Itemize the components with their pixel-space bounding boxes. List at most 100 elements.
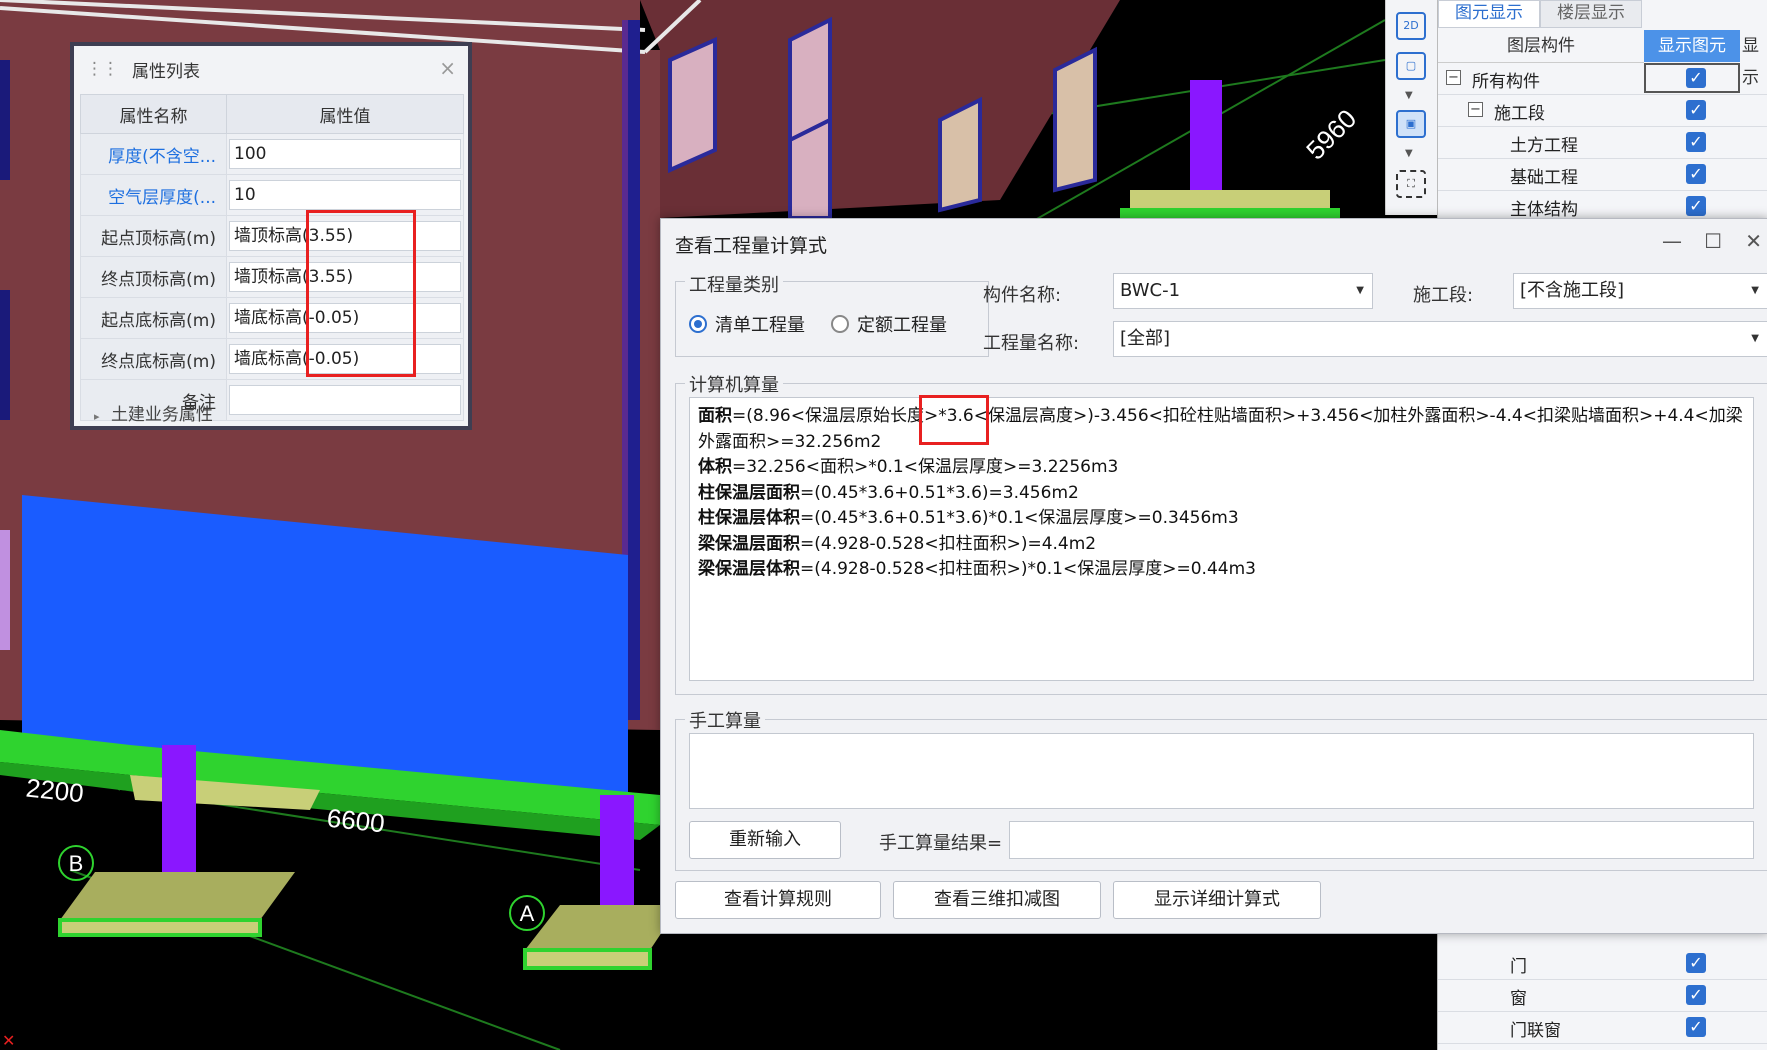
formula-text-area[interactable]: 面积=(8.96<保温层原始长度>*3.6<保温层高度>)-3.456<扣砼柱贴… bbox=[689, 397, 1754, 681]
stage-select[interactable]: [不含施工段] ▼ bbox=[1513, 273, 1767, 309]
svg-text:B: B bbox=[69, 851, 84, 876]
formula-line: 面积=(8.96<保温层原始长度>*3.6<保温层高度>)-3.456<扣砼柱贴… bbox=[698, 406, 1743, 452]
layer-row[interactable]: − 施工段 ✓ bbox=[1438, 95, 1767, 127]
layer-row[interactable]: 基础工程 ✓ bbox=[1438, 159, 1767, 191]
property-panel-header[interactable]: ⋮⋮ 属性列表 bbox=[74, 46, 468, 92]
table-row: 厚度(不含空... 100 bbox=[80, 133, 464, 175]
formula-line: 体积=32.256<面积>*0.1<保温层厚度>=3.2256m3 bbox=[698, 457, 1119, 477]
manual-formula-input[interactable] bbox=[689, 733, 1754, 809]
svg-text:A: A bbox=[520, 901, 535, 926]
checkbox-checked-icon[interactable]: ✓ bbox=[1686, 100, 1706, 120]
group-title-manual: 手工算量 bbox=[685, 707, 765, 733]
chevron-down-icon: ▼ bbox=[1751, 333, 1759, 344]
stage-label: 施工段: bbox=[1413, 285, 1474, 306]
dialog-title: 查看工程量计算式 bbox=[675, 235, 828, 257]
layer-row[interactable]: 门联窗 ✓ bbox=[1438, 1012, 1767, 1044]
zoom-extents-icon[interactable]: ⛶ bbox=[1396, 170, 1426, 198]
formula-line: 梁保温层体积=(4.928-0.528<扣柱面积>)*0.1<保温层厚度>=0.… bbox=[698, 559, 1256, 579]
dimension-2200: 2200 bbox=[25, 773, 86, 809]
property-panel-title: 属性列表 bbox=[132, 61, 200, 82]
highlight-box-elevations bbox=[306, 210, 416, 377]
formula-line: 柱保温层面积=(0.45*3.6+0.51*3.6)=3.456m2 bbox=[698, 482, 1079, 503]
quantity-formula-dialog[interactable]: 查看工程量计算式 — ☐ ✕ 工程量类别 清单工程量 定额工程量 构件名称: B… bbox=[660, 218, 1767, 934]
show-detail-formula-button[interactable]: 显示详细计算式 bbox=[1113, 881, 1321, 919]
column-header-name: 属性名称 bbox=[80, 94, 227, 134]
checkbox-checked-icon[interactable]: ✓ bbox=[1686, 1017, 1706, 1037]
property-value-field[interactable]: 100 bbox=[229, 139, 461, 169]
chevron-right-icon: ▸ bbox=[94, 410, 100, 423]
column-header-component: 图层构件 bbox=[1438, 30, 1644, 63]
layer-label: 窗 bbox=[1510, 989, 1527, 1009]
property-value-field[interactable] bbox=[229, 385, 461, 415]
component-select[interactable]: BWC-1 ▼ bbox=[1113, 273, 1373, 309]
group-expander[interactable]: ▸ 土建业务属性 bbox=[94, 400, 213, 425]
layer-label: 土方工程 bbox=[1510, 136, 1578, 156]
layer-row[interactable]: 土方工程 ✓ bbox=[1438, 127, 1767, 159]
highlight-box-height bbox=[919, 395, 989, 445]
reenter-button[interactable]: 重新输入 bbox=[689, 821, 841, 859]
quantity-name-select[interactable]: [全部] ▼ bbox=[1113, 321, 1767, 357]
close-icon[interactable]: ✕ bbox=[1745, 229, 1762, 253]
layer-label: 基础工程 bbox=[1510, 168, 1578, 188]
view-toolstrip: 2D ▢ ▼ ▣ ▼ ⛶ bbox=[1385, 0, 1438, 215]
minimize-icon[interactable]: — bbox=[1662, 229, 1682, 253]
drag-handle-icon[interactable]: ⋮⋮ bbox=[86, 59, 119, 79]
collapse-icon[interactable]: − bbox=[1446, 70, 1461, 85]
formula-line: 梁保温层面积=(4.928-0.528<扣柱面积>)=4.4m2 bbox=[698, 533, 1097, 554]
layer-row[interactable]: − 所有构件 ✓ bbox=[1438, 63, 1767, 95]
view-3d-cube-icon[interactable]: ▣ bbox=[1396, 110, 1426, 138]
group-label: 土建业务属性 bbox=[110, 405, 213, 425]
formula-line: 柱保温层体积=(0.45*3.6+0.51*3.6)*0.1<保温层厚度>=0.… bbox=[698, 508, 1239, 528]
manual-result-label: 手工算量结果= bbox=[879, 833, 1003, 854]
property-name: 起点顶标高(m) bbox=[80, 215, 227, 257]
svg-text:✕: ✕ bbox=[2, 1031, 15, 1050]
layer-table-header: 图层构件 显示图元 显示 bbox=[1438, 30, 1767, 88]
close-icon[interactable]: × bbox=[439, 56, 456, 80]
chevron-down-icon[interactable]: ▼ bbox=[1405, 148, 1413, 159]
layer-label: 门 bbox=[1510, 957, 1527, 977]
column-header-value: 属性值 bbox=[226, 94, 464, 134]
manual-result-input[interactable] bbox=[1009, 821, 1754, 859]
quantity-name-label: 工程量名称: bbox=[983, 333, 1080, 354]
view-2d-button[interactable]: 2D bbox=[1396, 12, 1426, 40]
dimension-6600: 6600 bbox=[326, 803, 387, 839]
layer-label: 施工段 bbox=[1494, 104, 1545, 124]
view-3d-deduction-button[interactable]: 查看三维扣减图 bbox=[893, 881, 1101, 919]
property-name: 终点顶标高(m) bbox=[80, 256, 227, 298]
layer-label: 主体结构 bbox=[1510, 200, 1578, 220]
axis-marker-a: A bbox=[509, 895, 545, 931]
view-rules-button[interactable]: 查看计算规则 bbox=[675, 881, 881, 919]
property-name: 起点底标高(m) bbox=[80, 297, 227, 339]
radio-quota-quantity[interactable]: 定额工程量 bbox=[831, 311, 947, 337]
component-name-label: 构件名称: bbox=[983, 285, 1062, 306]
column-header-show[interactable]: 显示图元 bbox=[1644, 30, 1740, 62]
checkbox-checked-icon[interactable]: ✓ bbox=[1686, 68, 1706, 88]
layer-label: 门联窗 bbox=[1510, 1021, 1561, 1041]
group-title-category: 工程量类别 bbox=[685, 271, 783, 297]
property-name: 厚度(不含空... bbox=[80, 133, 227, 175]
checkbox-checked-icon[interactable]: ✓ bbox=[1686, 164, 1706, 184]
layer-row[interactable]: 窗 ✓ bbox=[1438, 980, 1767, 1012]
checkbox-checked-icon[interactable]: ✓ bbox=[1686, 953, 1706, 973]
checkbox-checked-icon[interactable]: ✓ bbox=[1686, 985, 1706, 1005]
tab-floor-display[interactable]: 楼层显示 bbox=[1540, 0, 1642, 28]
chevron-down-icon: ▼ bbox=[1356, 285, 1364, 296]
column-header-extra: 显示 bbox=[1742, 36, 1759, 88]
dimension-5960: 5960 bbox=[1300, 103, 1362, 165]
layer-row[interactable]: 门 ✓ bbox=[1438, 948, 1767, 980]
layer-tabs: 图元显示 楼层显示 bbox=[1438, 0, 1642, 28]
collapse-icon[interactable]: − bbox=[1468, 102, 1483, 117]
checkbox-checked-icon[interactable]: ✓ bbox=[1686, 196, 1706, 216]
radio-list-quantity[interactable]: 清单工程量 bbox=[689, 311, 805, 337]
tab-element-display[interactable]: 图元显示 bbox=[1438, 0, 1540, 28]
property-value-field[interactable]: 10 bbox=[229, 180, 461, 210]
chevron-down-icon: ▼ bbox=[1751, 285, 1759, 296]
checkbox-checked-icon[interactable]: ✓ bbox=[1686, 132, 1706, 152]
maximize-icon[interactable]: ☐ bbox=[1704, 229, 1722, 253]
view-cube-icon[interactable]: ▢ bbox=[1396, 52, 1426, 80]
property-name: 终点底标高(m) bbox=[80, 338, 227, 380]
property-name: 空气层厚度(... bbox=[80, 174, 227, 216]
group-title-computer: 计算机算量 bbox=[685, 371, 783, 397]
chevron-down-icon[interactable]: ▼ bbox=[1405, 90, 1413, 101]
axis-marker-b: B bbox=[58, 845, 94, 881]
